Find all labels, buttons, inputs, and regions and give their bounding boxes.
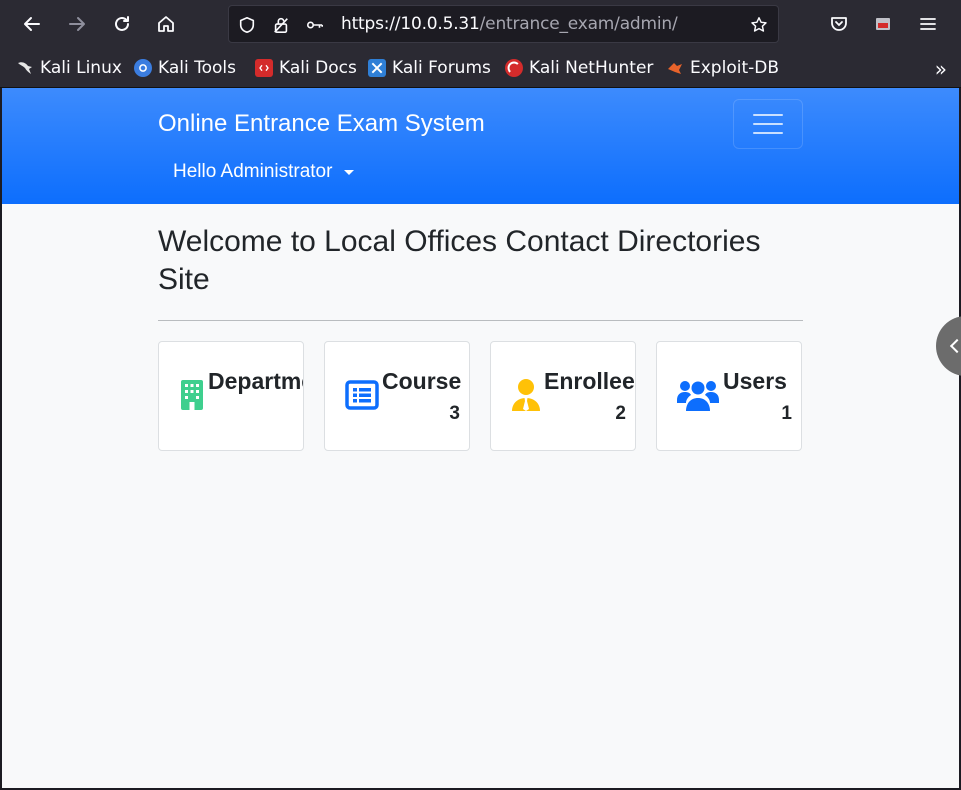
card-course[interactable]: Course 3 bbox=[324, 341, 470, 451]
extension-icon[interactable] bbox=[868, 9, 898, 39]
browser-toolbar: https://10.0.5.31/entrance_exam/admin/ bbox=[0, 0, 961, 48]
card-department[interactable]: Departme bbox=[158, 341, 304, 451]
bookmark-kali-forums[interactable]: Kali Forums bbox=[368, 58, 491, 78]
bookmark-kali-nethunter[interactable]: Kali NetHunter bbox=[505, 58, 653, 78]
bookmark-label: Kali Tools bbox=[158, 58, 236, 78]
user-menu-label: Hello Administrator bbox=[173, 161, 333, 182]
menu-icon[interactable] bbox=[913, 9, 943, 39]
bookmark-kali-tools[interactable]: Kali Tools bbox=[134, 58, 236, 78]
kali-forums-icon bbox=[368, 59, 386, 77]
back-icon[interactable] bbox=[17, 9, 47, 39]
bookmark-exploit-db[interactable]: Exploit-DB bbox=[666, 58, 779, 78]
bookmark-label: Kali Docs bbox=[279, 58, 357, 78]
card-title: Enrollees bbox=[544, 368, 635, 394]
bookmark-kali-docs[interactable]: Kali Docs bbox=[255, 58, 357, 78]
bookmark-label: Exploit-DB bbox=[690, 58, 779, 78]
card-title: Users bbox=[723, 368, 787, 394]
url-path: /entrance_exam/admin/ bbox=[479, 14, 678, 34]
insecure-lock-icon[interactable] bbox=[271, 15, 291, 35]
url-host: https://10.0.5.31 bbox=[341, 14, 480, 34]
card-title: Departme bbox=[208, 368, 304, 394]
reload-icon[interactable] bbox=[107, 9, 137, 39]
card-count: 1 bbox=[781, 403, 792, 424]
key-icon[interactable] bbox=[305, 15, 325, 35]
card-count: 3 bbox=[449, 403, 460, 424]
building-icon bbox=[179, 378, 205, 412]
window-edge bbox=[0, 88, 2, 790]
bookmarks-overflow-icon[interactable]: » bbox=[935, 57, 947, 81]
bookmark-label: Kali Linux bbox=[40, 58, 122, 78]
bookmark-kali-linux[interactable]: Kali Linux bbox=[16, 58, 122, 78]
navbar-brand[interactable]: Online Entrance Exam System bbox=[158, 110, 485, 138]
kali-docs-icon bbox=[255, 59, 273, 77]
bookmarks-bar: Kali Linux Kali Tools Kali Docs Kali For… bbox=[0, 48, 961, 88]
divider bbox=[158, 320, 803, 321]
shield-icon[interactable] bbox=[237, 15, 257, 35]
users-icon bbox=[677, 378, 719, 412]
page-content: Online Entrance Exam System Hello Admini… bbox=[2, 88, 959, 788]
card-title: Course bbox=[382, 368, 462, 394]
page-title: Welcome to Local Offices Contact Directo… bbox=[158, 225, 761, 296]
kali-dragon-icon bbox=[16, 59, 34, 77]
kali-tools-icon bbox=[134, 59, 152, 77]
user-menu-dropdown[interactable]: Hello Administrator bbox=[173, 161, 355, 183]
address-bar[interactable]: https://10.0.5.31/entrance_exam/admin/ bbox=[228, 5, 779, 43]
bookmark-label: Kali Forums bbox=[392, 58, 491, 78]
card-enrollees[interactable]: Enrollees 2 bbox=[490, 341, 636, 451]
user-tie-icon bbox=[511, 378, 541, 412]
list-icon bbox=[345, 380, 379, 410]
home-icon[interactable] bbox=[151, 9, 181, 39]
kali-nethunter-icon bbox=[505, 59, 523, 77]
navbar: Online Entrance Exam System Hello Admini… bbox=[2, 88, 959, 204]
forward-icon[interactable] bbox=[62, 9, 92, 39]
caret-down-icon bbox=[344, 169, 355, 175]
bookmark-label: Kali NetHunter bbox=[529, 58, 654, 78]
star-icon[interactable] bbox=[749, 15, 769, 35]
pocket-icon[interactable] bbox=[824, 9, 854, 39]
navbar-toggler-button[interactable] bbox=[733, 99, 803, 149]
url-text[interactable]: https://10.0.5.31/entrance_exam/admin/ bbox=[341, 14, 678, 34]
card-users[interactable]: Users 1 bbox=[656, 341, 802, 451]
exploit-db-icon bbox=[666, 59, 684, 77]
card-count: 2 bbox=[615, 403, 626, 424]
